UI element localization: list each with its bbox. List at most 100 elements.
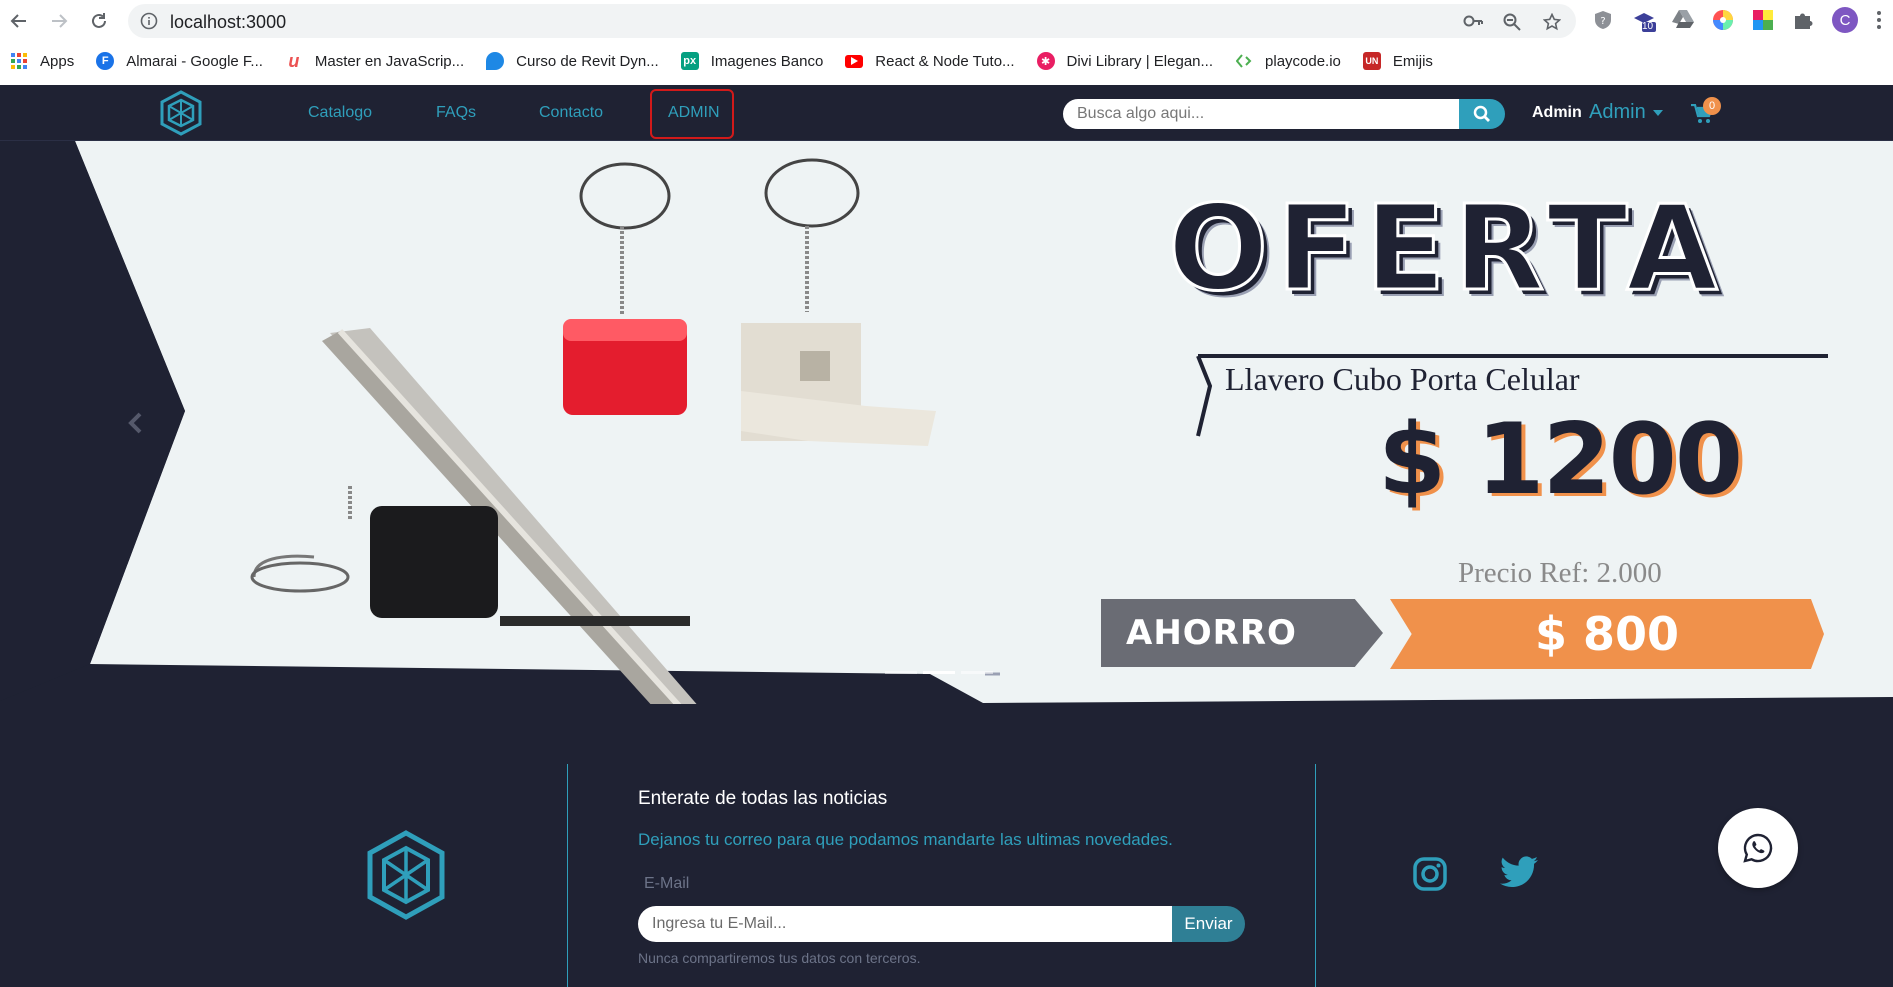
bookmark-imagenes[interactable]: px Imagenes Banco [680, 52, 824, 70]
reload-icon [92, 13, 106, 28]
submit-email-button[interactable]: Enviar [1172, 906, 1245, 942]
reference-price: Precio Ref: 2.000 [1458, 557, 1662, 589]
bookmark-label: React & Node Tuto... [875, 52, 1015, 70]
carousel-prev-button[interactable] [120, 403, 150, 443]
carousel-indicator-active[interactable] [923, 671, 955, 674]
saving-label-box: AHORRO [1101, 599, 1383, 667]
carousel-indicators [885, 671, 993, 674]
extension-badge: 10 [1642, 21, 1654, 32]
bookmarks-bar: Apps F Almarai - Google F... u Master en… [0, 46, 1893, 76]
search-button[interactable] [1459, 99, 1505, 129]
search-field[interactable] [1063, 99, 1459, 129]
menu-dots-icon[interactable] [1876, 10, 1882, 34]
carousel-indicator[interactable] [961, 671, 993, 674]
cube-logo-icon [367, 830, 445, 920]
graduation-extension-icon[interactable]: 10 [1632, 9, 1656, 33]
password-key-icon[interactable] [1463, 13, 1483, 34]
footer-logo [366, 830, 446, 925]
whatsapp-icon [1743, 833, 1773, 863]
bookmark-revit[interactable]: Curso de Revit Dyn... [486, 52, 659, 70]
instagram-icon [1413, 857, 1447, 891]
admin-annotation-box [650, 89, 734, 139]
site-navbar: Catalogo FAQs Contacto ADMIN Admin Admin… [0, 85, 1893, 141]
bookmark-emojis[interactable]: UN Emijis [1362, 52, 1433, 70]
svg-text:?: ? [1600, 16, 1605, 27]
bookmark-label: Imagenes Banco [710, 52, 824, 70]
saving-label: AHORRO [1126, 613, 1297, 653]
search-icon [1473, 105, 1490, 122]
reload-button[interactable] [86, 8, 112, 34]
privacy-note: Nunca compartiremos tus datos con tercer… [638, 950, 921, 966]
bookmark-label: playcode.io [1265, 52, 1341, 70]
nav-link-faqs[interactable]: FAQs [436, 104, 476, 122]
offer-carousel: OFERTA Llavero Cubo Porta Celular $ 1200… [0, 141, 1893, 704]
pexels-icon: px [680, 52, 699, 70]
saving-value-box: $ 800 [1390, 599, 1824, 669]
color-wheel-extension-icon[interactable] [1712, 9, 1736, 33]
product-name: Llavero Cubo Porta Celular [1225, 361, 1580, 397]
forward-button[interactable] [46, 8, 72, 34]
twitter-link[interactable] [1500, 856, 1538, 893]
footer-divider-left [567, 764, 568, 987]
cube-logo-icon [160, 90, 202, 136]
bookmark-master-js[interactable]: u Master en JavaScrip... [285, 50, 465, 71]
palette-extension-icon[interactable] [1752, 9, 1776, 33]
site-info-icon[interactable] [140, 12, 158, 35]
dynamo-icon [486, 52, 505, 70]
udemy-icon: u [288, 50, 300, 71]
bookmark-label: Curso de Revit Dyn... [516, 52, 659, 70]
back-arrow-icon [10, 14, 26, 28]
footer-divider-right [1315, 764, 1316, 987]
address-row: localhost:3000 ? 10 C [0, 0, 1893, 42]
caret-down-icon [1653, 109, 1664, 116]
profile-initial: C [1839, 11, 1851, 29]
email-input[interactable] [638, 906, 1172, 942]
zoom-icon[interactable] [1503, 13, 1521, 36]
bookmark-react-node[interactable]: React & Node Tuto... [845, 52, 1015, 70]
profile-avatar[interactable]: C [1832, 7, 1858, 33]
bookmark-label: Almarai - Google F... [126, 52, 263, 70]
extensions-puzzle-icon[interactable] [1792, 9, 1816, 33]
back-button[interactable] [6, 8, 32, 34]
footer: Enterate de todas las noticias Dejanos t… [0, 704, 1893, 987]
user-dropdown-label: Admin [1589, 101, 1646, 123]
browser-chrome: localhost:3000 ? 10 C Apps F Almarai - G… [0, 0, 1893, 85]
emojis-icon: UN [1362, 52, 1381, 70]
youtube-icon [845, 54, 864, 68]
address-bar[interactable]: localhost:3000 [128, 4, 1576, 38]
apps-grid-icon [10, 52, 28, 70]
bookmark-star-icon[interactable] [1542, 12, 1562, 36]
forward-arrow-icon [52, 14, 68, 28]
bookmark-label: Emijis [1392, 52, 1433, 70]
saving-value: $ 800 [1534, 607, 1680, 661]
url-text[interactable]: localhost:3000 [170, 12, 286, 33]
twitter-icon [1500, 856, 1538, 888]
shield-extension-icon[interactable]: ? [1592, 9, 1616, 33]
user-name-label: Admin [1532, 104, 1582, 121]
bookmark-label: Master en JavaScrip... [314, 52, 465, 70]
newsletter-subtitle: Dejanos tu correo para que podamos manda… [638, 830, 1173, 849]
product-price: $ 1200 [1378, 403, 1743, 517]
offer-title: OFERTA [1167, 178, 1726, 319]
chevron-left-icon [128, 412, 142, 434]
user-dropdown-toggle[interactable]: Admin [1589, 101, 1664, 124]
drive-extension-icon[interactable] [1672, 9, 1696, 33]
search-input[interactable] [1063, 99, 1459, 129]
google-fonts-icon: F [96, 52, 115, 70]
bookmark-label: Apps [40, 52, 75, 70]
carousel-indicator[interactable] [885, 671, 917, 674]
site-logo[interactable] [158, 90, 204, 141]
nav-link-contacto[interactable]: Contacto [539, 104, 603, 122]
divi-icon: ✱ [1036, 52, 1055, 70]
bookmark-almarai[interactable]: F Almarai - Google F... [96, 52, 263, 70]
bookmark-divi[interactable]: ✱ Divi Library | Elegan... [1036, 52, 1214, 70]
bookmark-apps[interactable]: Apps [10, 52, 74, 70]
bookmark-playcode[interactable]: playcode.io [1235, 52, 1341, 70]
nav-link-catalogo[interactable]: Catalogo [308, 104, 372, 122]
whatsapp-button[interactable] [1718, 808, 1798, 888]
instagram-link[interactable] [1412, 856, 1448, 897]
newsletter-title: Enterate de todas las noticias [638, 788, 888, 809]
email-field[interactable] [638, 906, 1172, 942]
bookmark-label: Divi Library | Elegan... [1066, 52, 1214, 70]
email-label: E-Mail [644, 875, 690, 892]
